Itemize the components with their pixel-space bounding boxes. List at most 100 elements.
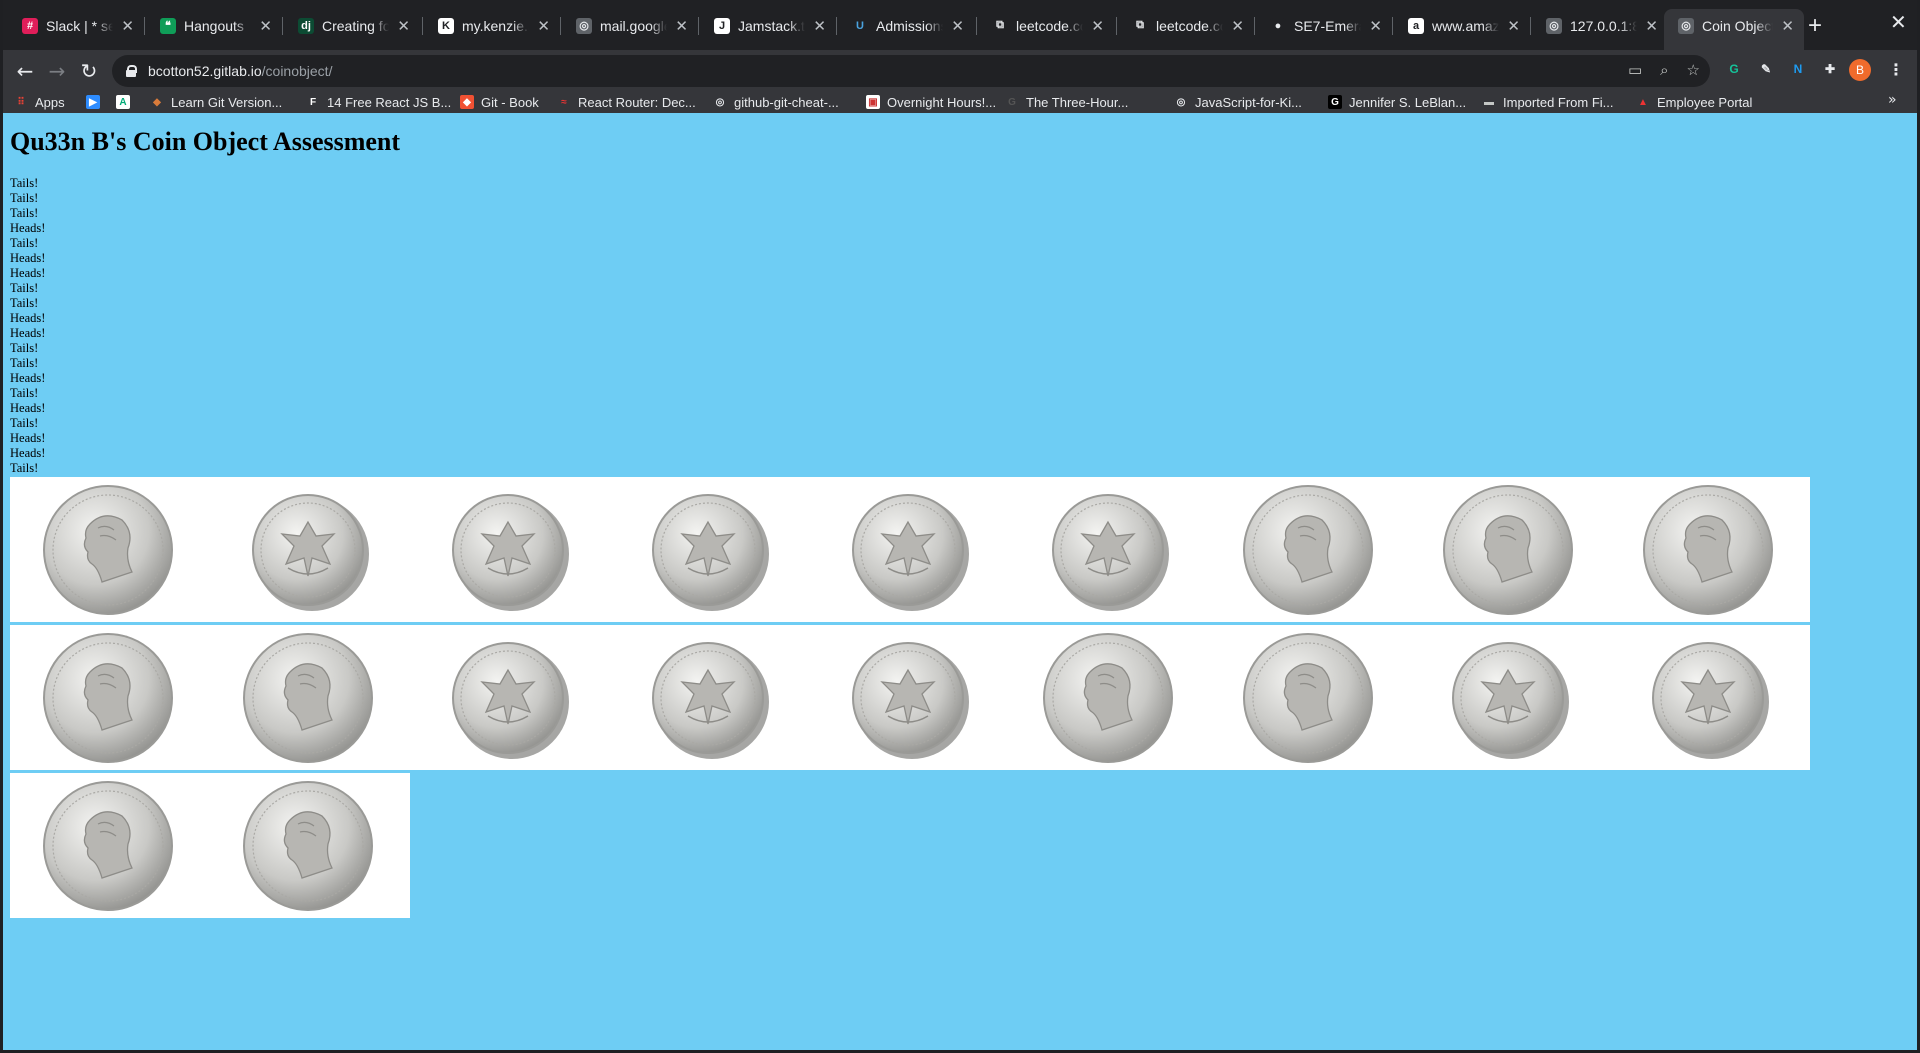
coin-row: [10, 625, 1810, 770]
bookmark-item[interactable]: G Jennifer S. LeBlan...: [1328, 92, 1466, 112]
coin-heads-image: [42, 484, 174, 616]
globe-icon: ◎: [1546, 17, 1562, 34]
browser-tab[interactable]: ◎ mail.google ✕: [562, 9, 698, 42]
coin-heads-image: [42, 632, 174, 764]
browser-tab[interactable]: a www.amazo ✕: [1394, 9, 1530, 42]
tab-separator: [1392, 17, 1393, 35]
bookmark-item[interactable]: ⠿ Apps: [14, 92, 64, 112]
flip-result: Heads!: [10, 431, 46, 445]
coin-tails-image: [642, 632, 774, 764]
n-extension-icon[interactable]: N: [1788, 59, 1808, 79]
bookmark-label: Learn Git Version...: [171, 94, 283, 110]
tab-separator: [836, 17, 837, 35]
browser-tab[interactable]: Kmy.kenzie.ac ✕: [424, 9, 560, 42]
reload-button[interactable]: ↻: [76, 58, 102, 84]
page-title: Qu33n B's Coin Object Assessment: [10, 127, 401, 156]
bookmark-item[interactable]: ≈ React Router: Dec...: [557, 92, 696, 112]
flip-result: Tails!: [10, 176, 39, 190]
coin-heads-image: [1442, 484, 1574, 616]
menu-icon[interactable]: ⋮: [1888, 60, 1904, 79]
gg-icon: G: [1008, 96, 1016, 108]
browser-tab[interactable]: ⧉ leetcode.co ✕: [978, 9, 1114, 42]
browser-tab[interactable]: ◎ 127.0.0.1:800 ✕: [1532, 9, 1668, 42]
flip-result: Tails!: [10, 206, 39, 220]
bookmark-item[interactable]: ▣ Overnight Hours!...: [866, 92, 996, 112]
coin-heads-image: [1042, 632, 1174, 764]
browser-tab[interactable]: ⧉ leetcode.co ✕: [1118, 9, 1254, 42]
flip-result: Heads!: [10, 446, 46, 460]
grammarly-icon[interactable]: G: [1724, 59, 1744, 79]
udemy-icon: U: [856, 19, 864, 32]
flip-result: Heads!: [10, 251, 46, 265]
star-icon[interactable]: ☆: [1687, 61, 1700, 79]
tab-close-icon[interactable]: ✕: [397, 17, 410, 35]
tab-close-icon[interactable]: ✕: [259, 17, 272, 35]
browser-tab[interactable]: U Admissions ✕: [838, 9, 974, 42]
github-icon: ●: [1270, 17, 1286, 34]
back-button[interactable]: ←: [12, 58, 38, 84]
tab-close-icon[interactable]: ✕: [1091, 17, 1104, 35]
cast-icon[interactable]: ▭: [1628, 61, 1642, 79]
bookmarks-overflow-icon[interactable]: »: [1888, 92, 1897, 108]
browser-tab[interactable]: J Jamstack.tra ✕: [700, 9, 836, 42]
browser-tab[interactable]: # Slack | * se7 ✕: [8, 9, 144, 42]
coin-heads-image: [242, 780, 374, 912]
coin-row: [10, 477, 1810, 622]
bookmark-item[interactable]: ◎ github-git-cheat-...: [713, 92, 839, 112]
tab-title: Hangouts: [184, 17, 244, 34]
coin-heads-image: [1642, 484, 1774, 616]
address-bar[interactable]: bcotton52.gitlab.io/coinobject/ ▭ ⌕ ☆: [112, 55, 1710, 87]
tab-close-icon[interactable]: ✕: [1507, 17, 1520, 35]
flip-result: Heads!: [10, 401, 46, 415]
bookmark-item[interactable]: ▲ Employee Portal: [1636, 92, 1752, 112]
browser-tab[interactable]: ● SE7-Emerald ✕: [1256, 9, 1392, 42]
bookmark-label: 14 Free React JS B...: [327, 94, 452, 110]
browser-tab[interactable]: dj Creating for ✕: [284, 9, 420, 42]
profile-avatar[interactable]: B: [1849, 59, 1871, 81]
zoom-icon[interactable]: ⌕: [1660, 61, 1668, 79]
tab-close-icon[interactable]: ✕: [1645, 17, 1658, 35]
tab-close-icon[interactable]: ✕: [121, 17, 134, 35]
tab-close-icon[interactable]: ✕: [813, 17, 826, 35]
tab-title: Coin Object: [1702, 17, 1774, 34]
globe-icon: ◎: [1176, 96, 1186, 108]
globe-icon: ◎: [715, 96, 725, 108]
bookmark-item[interactable]: ◆ Learn Git Version...: [150, 92, 282, 112]
globe-icon: ◎: [576, 17, 592, 34]
coin-tails-image: [242, 484, 374, 616]
browser-tab[interactable]: ◎ Coin Object ✕: [1664, 9, 1804, 50]
tab-close-icon[interactable]: ✕: [1369, 17, 1382, 35]
extension-icon[interactable]: ✎: [1756, 59, 1776, 79]
bookmark-item[interactable]: ▬ Imported From Fi...: [1482, 92, 1614, 112]
tab-separator: [698, 17, 699, 35]
flip-result: Tails!: [10, 461, 39, 475]
tab-title: Admissions: [876, 17, 944, 34]
tab-separator: [976, 17, 977, 35]
bookmark-item[interactable]: A: [116, 92, 130, 112]
bookmarks-bar: » ⠿ Apps ▶ A ◆ Learn Git Version... F 14 Free R…: [0, 92, 1920, 113]
tab-title: 127.0.0.1:800: [1570, 17, 1638, 34]
url-text: bcotton52.gitlab.io/coinobject/: [148, 63, 333, 79]
portal-icon: ▲: [1638, 96, 1648, 108]
bookmark-item[interactable]: ◆ Git - Book: [460, 92, 539, 112]
flip-results-list: Tails! Tails! Tails! Heads! Tails! Heads! Head…: [10, 176, 45, 476]
image-icon: ▣: [866, 95, 880, 109]
kenzie-icon: K: [438, 17, 454, 34]
tab-close-icon[interactable]: ✕: [1781, 17, 1794, 35]
tab-close-icon[interactable]: ✕: [951, 17, 964, 35]
bookmark-item[interactable]: ▶: [86, 92, 100, 112]
tab-close-icon[interactable]: ✕: [675, 17, 688, 35]
puzzle-icon[interactable]: ✚: [1820, 59, 1840, 79]
new-tab-button[interactable]: +: [1808, 12, 1822, 40]
jamstack-icon: J: [714, 17, 730, 34]
bookmark-item[interactable]: F 14 Free React JS B...: [306, 92, 451, 112]
bookmark-item[interactable]: ◎ JavaScript-for-Ki...: [1174, 92, 1302, 112]
tab-separator: [560, 17, 561, 35]
forward-button[interactable]: →: [44, 58, 70, 84]
tab-close-icon[interactable]: ✕: [1231, 17, 1244, 35]
window-close-button[interactable]: ✕: [1890, 10, 1907, 35]
flip-result: Tails!: [10, 236, 39, 250]
browser-tab[interactable]: ❝ Hangouts ✕: [146, 9, 282, 42]
bookmark-item[interactable]: G The Three-Hour...: [1005, 92, 1128, 112]
tab-close-icon[interactable]: ✕: [537, 17, 550, 35]
